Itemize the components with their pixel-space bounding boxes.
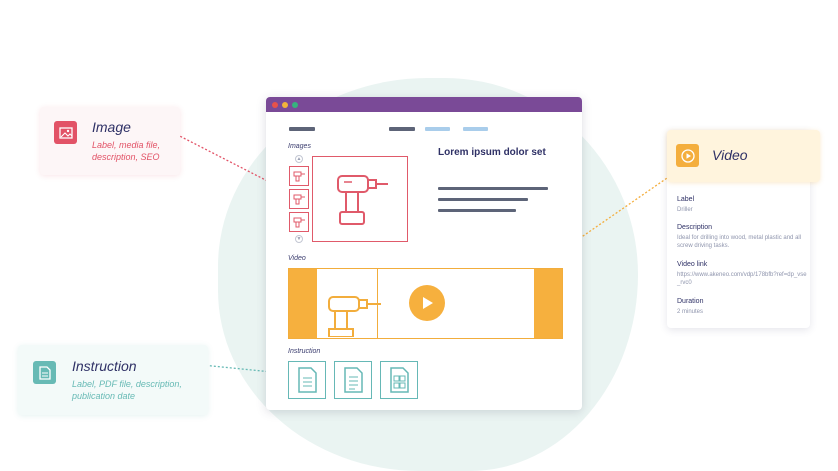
document-thumbnail[interactable] xyxy=(334,361,372,399)
drill-icon xyxy=(337,175,388,225)
image-card-subtitle-line: Label, media file, xyxy=(92,140,161,150)
nav-bar-placeholder xyxy=(463,127,488,131)
description-placeholder xyxy=(438,209,516,212)
images-section-label: Images xyxy=(288,143,311,150)
scroll-up-icon[interactable]: ▲ xyxy=(295,155,303,163)
product-title: Lorem ipsum dolor set xyxy=(438,147,546,158)
play-icon xyxy=(423,297,433,309)
browser-title-bar xyxy=(266,97,582,112)
instruction-section-label: Instruction xyxy=(288,348,321,355)
prop-value: Driller xyxy=(677,207,693,213)
text-document-icon xyxy=(344,367,363,393)
minimize-window-dot xyxy=(282,101,288,108)
image-card-subtitle-line: description, SEO xyxy=(92,152,160,162)
prop-value[interactable]: https://www.akeneo.com/vdp/178bfb?ref=dp… xyxy=(677,271,807,287)
instruction-card-subtitle: Label, PDF file, description, publicatio… xyxy=(72,378,182,402)
instruction-card-subtitle-line: Label, PDF file, description, xyxy=(72,379,182,389)
video-card-header: Video xyxy=(667,130,820,182)
drill-icon xyxy=(328,296,381,337)
drill-icon xyxy=(293,217,305,228)
maximize-window-dot xyxy=(292,101,298,108)
thumbnail[interactable] xyxy=(289,212,309,232)
image-thumbnails: ▲ ▼ xyxy=(288,155,310,243)
pdf-document-icon xyxy=(298,367,317,393)
image-card-title: Image xyxy=(92,119,131,135)
nav-bar-placeholder xyxy=(425,127,450,131)
thumbnail[interactable] xyxy=(289,166,309,186)
drill-icon xyxy=(293,194,305,205)
prop-value: 2 minutes xyxy=(677,309,704,315)
prop-label: Label xyxy=(677,196,695,203)
prop-label: Duration xyxy=(677,298,704,305)
play-button[interactable] xyxy=(409,285,445,321)
description-placeholder xyxy=(438,198,528,201)
instruction-callout-card: Instruction Label, PDF file, description… xyxy=(18,345,208,415)
nav-bar-placeholder xyxy=(289,127,315,131)
description-placeholder xyxy=(438,187,548,190)
main-product-image xyxy=(312,156,408,242)
document-thumbnail[interactable] xyxy=(380,361,418,399)
image-callout-card: Image Label, media file, description, SE… xyxy=(40,107,180,175)
instruction-card-subtitle-line: publication date xyxy=(72,391,136,401)
video-section-label: Video xyxy=(288,255,306,262)
prop-label: Video link xyxy=(677,261,708,268)
video-letterbox xyxy=(534,269,562,338)
document-thumbnail[interactable] xyxy=(288,361,326,399)
video-properties-card: Video Label Driller Description Ideal fo… xyxy=(667,130,820,328)
nav-bar-placeholder xyxy=(389,127,415,131)
instruction-documents xyxy=(288,361,418,399)
image-icon xyxy=(54,121,77,144)
video-letterbox xyxy=(289,269,317,338)
instruction-card-title: Instruction xyxy=(72,358,137,374)
thumbnail[interactable] xyxy=(289,189,309,209)
prop-label: Description xyxy=(677,224,713,231)
video-divider xyxy=(377,269,378,338)
nav-placeholder xyxy=(266,127,582,133)
video-card-title: Video xyxy=(712,147,748,163)
play-icon xyxy=(676,144,699,167)
video-player[interactable] xyxy=(288,268,563,339)
image-card-subtitle: Label, media file, description, SEO xyxy=(92,139,160,163)
document-icon xyxy=(33,361,56,384)
grid-document-icon xyxy=(390,367,409,393)
scroll-down-icon[interactable]: ▼ xyxy=(295,235,303,243)
close-window-dot xyxy=(272,101,278,108)
prop-value: Ideal for drilling into wood, metal plas… xyxy=(677,235,802,249)
product-page-mockup: Images ▲ ▼ Lorem ipsum dolor set Video I… xyxy=(266,97,582,410)
drill-icon xyxy=(293,171,305,182)
